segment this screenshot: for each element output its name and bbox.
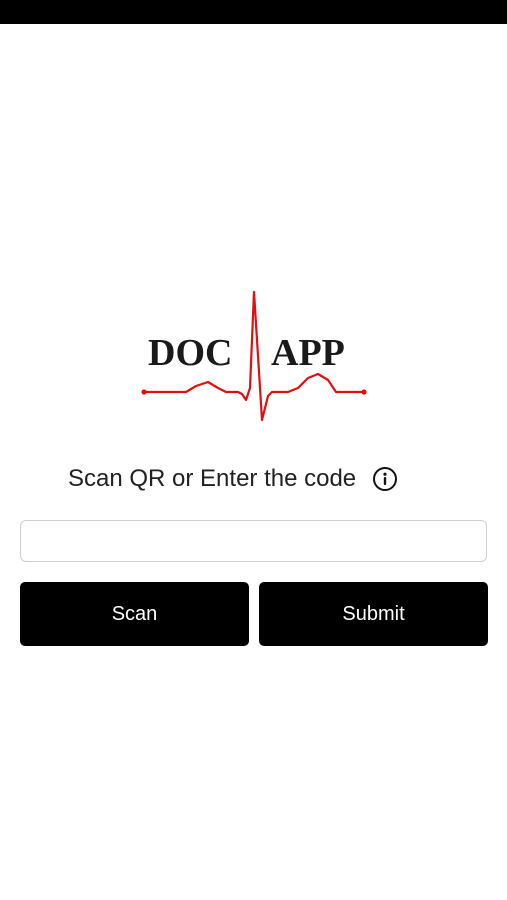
docapp-logo: DOC APP — [138, 288, 370, 424]
scan-button[interactable]: Scan — [20, 582, 249, 646]
logo-text-app: APP — [271, 332, 345, 374]
prompt-text: Scan QR or Enter the code — [68, 465, 357, 492]
prompt-row: Scan QR or Enter the code — [68, 462, 398, 496]
status-bar — [0, 0, 507, 24]
code-input[interactable] — [20, 520, 487, 562]
submit-button[interactable]: Submit — [259, 582, 488, 646]
info-circle-icon[interactable] — [372, 466, 398, 492]
pulse-dot-right — [361, 389, 367, 395]
pulse-dot-left — [141, 389, 147, 395]
logo-text-doc: DOC — [148, 332, 232, 374]
